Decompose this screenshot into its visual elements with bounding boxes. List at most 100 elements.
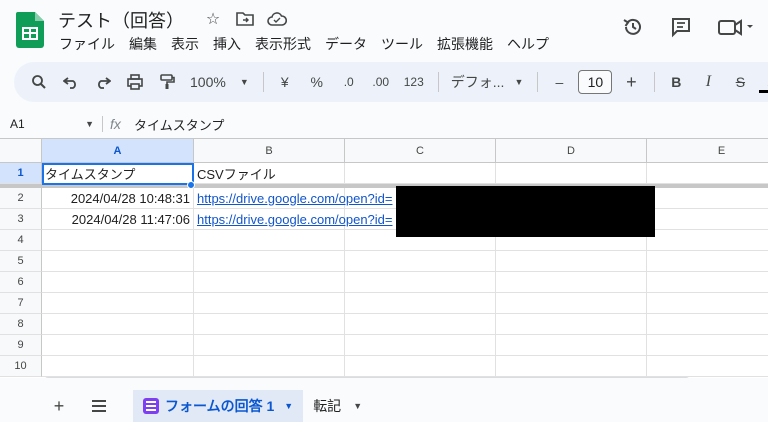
menu-insert[interactable]: 挿入 <box>206 34 248 54</box>
increase-decimal-button[interactable]: .00 <box>368 68 394 96</box>
empty-row[interactable] <box>42 272 194 293</box>
meet-icon[interactable] <box>716 14 756 40</box>
empty-row[interactable] <box>496 293 647 314</box>
row-header-3[interactable]: 3 <box>0 209 42 230</box>
italic-button[interactable]: I <box>695 68 721 96</box>
chevron-down-icon[interactable]: ▼ <box>284 401 293 411</box>
column-header-d[interactable]: D <box>496 139 647 163</box>
empty-row[interactable] <box>647 230 768 251</box>
empty-row[interactable] <box>496 272 647 293</box>
empty-row[interactable] <box>194 356 345 377</box>
comments-icon[interactable] <box>668 14 694 40</box>
sheet-tab-form-responses[interactable]: フォームの回答 1 ▼ <box>133 390 304 422</box>
empty-row[interactable] <box>194 272 345 293</box>
cell-a3[interactable]: 2024/04/28 11:47:06 <box>42 209 194 230</box>
menu-extensions[interactable]: 拡張機能 <box>430 34 500 54</box>
empty-row[interactable] <box>42 230 194 251</box>
empty-row[interactable] <box>194 335 345 356</box>
column-header-c[interactable]: C <box>345 139 496 163</box>
column-header-a[interactable]: A <box>42 139 194 163</box>
empty-row[interactable] <box>345 251 496 272</box>
empty-row[interactable] <box>647 314 768 335</box>
empty-row[interactable] <box>647 356 768 377</box>
menu-help[interactable]: ヘルプ <box>500 34 556 54</box>
row-header-1[interactable]: 1 <box>0 163 42 184</box>
currency-format-button[interactable]: ¥ <box>272 68 298 96</box>
all-sheets-icon[interactable] <box>85 392 113 420</box>
cell-a2[interactable]: 2024/04/28 10:48:31 <box>42 188 194 209</box>
row-header-2[interactable]: 2 <box>0 188 42 209</box>
row-header-9[interactable]: 9 <box>0 335 42 356</box>
empty-row[interactable] <box>647 272 768 293</box>
empty-row[interactable] <box>345 314 496 335</box>
cell-b1[interactable]: CSVファイル <box>194 163 345 184</box>
spreadsheet-grid[interactable]: A B C D E 1 2 3 4 5 6 7 8 9 10 タイムスタンプ C… <box>0 138 768 378</box>
empty-row[interactable] <box>194 251 345 272</box>
row-header-8[interactable]: 8 <box>0 314 42 335</box>
number-format-button[interactable]: 123 <box>400 68 428 96</box>
cloud-status-icon[interactable] <box>266 9 288 29</box>
empty-row[interactable] <box>42 314 194 335</box>
empty-row[interactable] <box>42 356 194 377</box>
empty-row[interactable] <box>345 293 496 314</box>
column-header-b[interactable]: B <box>194 139 345 163</box>
row-header-5[interactable]: 5 <box>0 251 42 272</box>
empty-row[interactable] <box>345 356 496 377</box>
empty-row[interactable] <box>345 335 496 356</box>
increase-font-size-button[interactable]: + <box>618 68 644 96</box>
menu-data[interactable]: データ <box>318 34 374 54</box>
star-icon[interactable]: ☆ <box>202 9 224 29</box>
empty-row[interactable] <box>42 251 194 272</box>
add-sheet-button[interactable]: + <box>45 392 73 420</box>
zoom-select[interactable]: 100% ▼ <box>186 68 253 96</box>
sheet-tab-transfer[interactable]: 転記 ▼ <box>303 390 372 422</box>
sheets-logo-icon[interactable] <box>16 12 44 48</box>
chevron-down-icon[interactable]: ▼ <box>353 401 362 411</box>
row-header-7[interactable]: 7 <box>0 293 42 314</box>
font-select[interactable]: デフォ... ▼ <box>447 68 528 96</box>
empty-row[interactable] <box>194 293 345 314</box>
empty-row[interactable] <box>194 230 345 251</box>
empty-row[interactable] <box>42 335 194 356</box>
strikethrough-button[interactable]: S <box>727 68 753 96</box>
empty-row[interactable] <box>42 293 194 314</box>
menu-view[interactable]: 表示 <box>164 34 206 54</box>
font-size-input[interactable]: 10 <box>578 70 613 94</box>
menu-file[interactable]: ファイル <box>52 34 122 54</box>
print-icon[interactable] <box>122 68 148 96</box>
cell-e2[interactable] <box>647 188 768 209</box>
search-menus-icon[interactable] <box>26 68 52 96</box>
document-title[interactable]: テスト（回答） <box>58 7 184 33</box>
empty-row[interactable] <box>647 293 768 314</box>
history-icon[interactable] <box>620 14 646 40</box>
empty-row[interactable] <box>496 335 647 356</box>
empty-row[interactable] <box>647 335 768 356</box>
empty-row[interactable] <box>496 251 647 272</box>
menu-tools[interactable]: ツール <box>374 34 430 54</box>
percent-format-button[interactable]: % <box>304 68 330 96</box>
redo-icon[interactable] <box>90 68 116 96</box>
fill-handle[interactable] <box>187 181 195 189</box>
cell-e3[interactable] <box>647 209 768 230</box>
text-color-button[interactable]: A <box>759 71 768 93</box>
empty-row[interactable] <box>496 356 647 377</box>
empty-row[interactable] <box>194 314 345 335</box>
cell-d1[interactable] <box>496 163 647 184</box>
empty-row[interactable] <box>496 314 647 335</box>
undo-icon[interactable] <box>58 68 84 96</box>
cell-e1[interactable] <box>647 163 768 184</box>
empty-row[interactable] <box>345 272 496 293</box>
menu-format[interactable]: 表示形式 <box>248 34 318 54</box>
decrease-decimal-button[interactable]: .0 <box>336 68 362 96</box>
row-header-10[interactable]: 10 <box>0 356 42 377</box>
cell-b3[interactable]: https://drive.google.com/open?id= <box>194 209 393 230</box>
row-header-6[interactable]: 6 <box>0 272 42 293</box>
decrease-font-size-button[interactable]: – <box>546 68 572 96</box>
move-folder-icon[interactable] <box>234 9 256 29</box>
horizontal-scrollbar[interactable] <box>44 377 690 378</box>
name-box[interactable]: A1 ▼ <box>0 117 100 131</box>
corner-select-all[interactable] <box>0 139 42 163</box>
bold-button[interactable]: B <box>663 68 689 96</box>
row-header-4[interactable]: 4 <box>0 230 42 251</box>
cell-c1[interactable] <box>345 163 496 184</box>
